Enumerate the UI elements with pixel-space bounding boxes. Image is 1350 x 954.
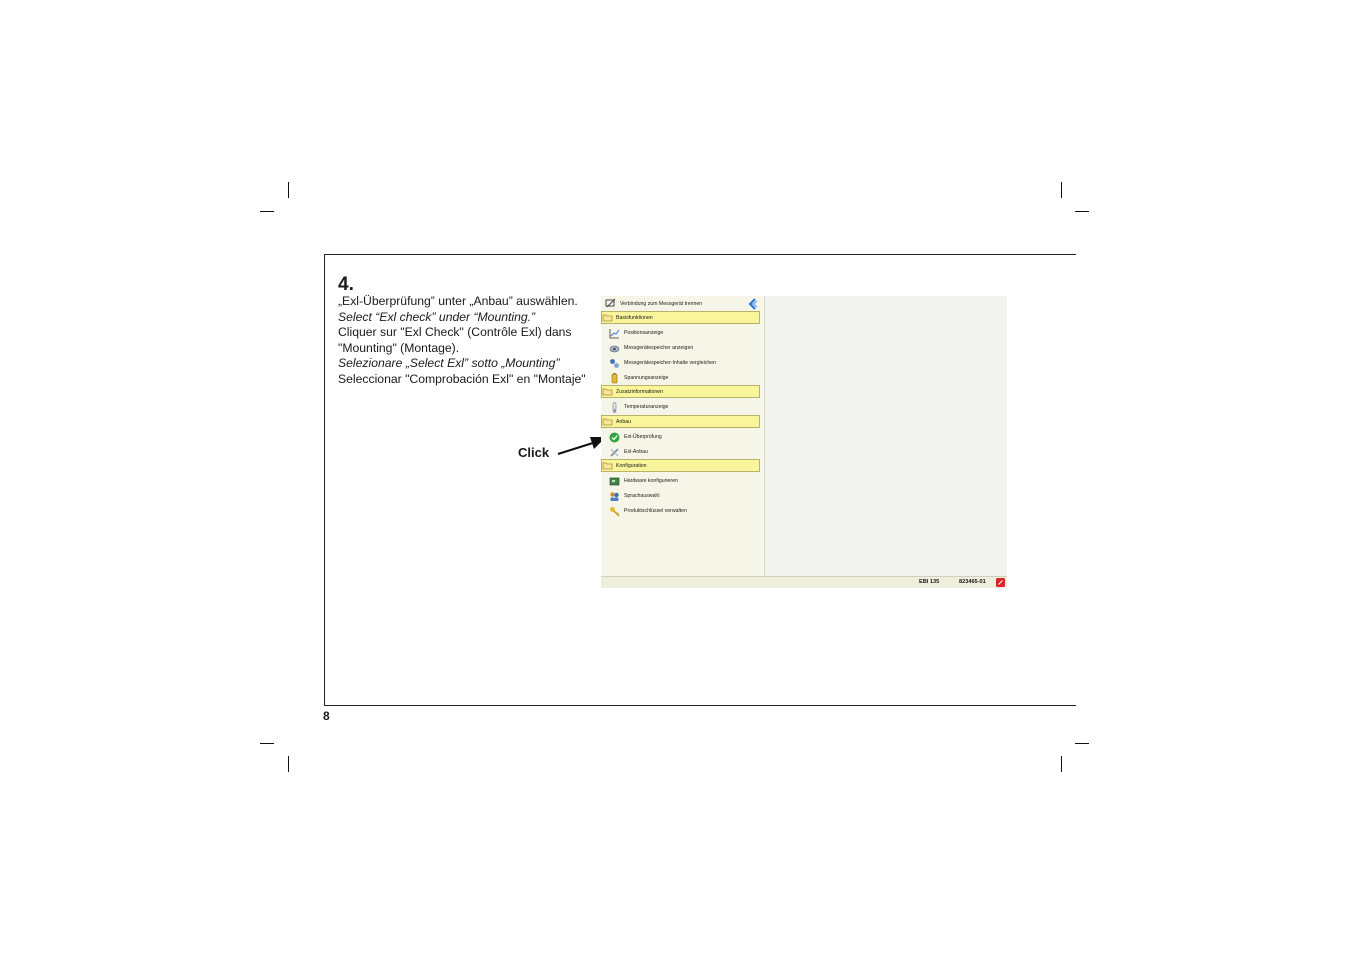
memory-compare-icon (610, 358, 619, 368)
crop-mark (288, 756, 289, 772)
folder-icon (602, 388, 613, 396)
crop-mark (260, 211, 274, 212)
menu-item-temperaturanzeige[interactable]: Temperaturanzeige (609, 400, 668, 414)
page-number: 8 (323, 709, 330, 723)
crop-mark (1061, 756, 1062, 772)
key-icon (610, 506, 620, 517)
instruction-fr-line2: "Mounting" (Montage). (338, 340, 460, 355)
menu-item-label: Exl-Anbau (624, 449, 648, 455)
menu-item-exl-ueberpruefung[interactable]: Exl-Überprüfung (609, 430, 662, 444)
menu-item-speicher-anzeigen[interactable]: Messgerätespeicher anzeigen (609, 341, 693, 355)
position-chart-icon (609, 328, 620, 338)
content-pane (765, 296, 1007, 576)
menu-item-sprachauswahl[interactable]: Sprachauswahl (609, 489, 659, 503)
menu-item-speicher-vergleichen[interactable]: Messgerätespeicher-Inhalte vergleichen (609, 356, 716, 370)
folder-icon (602, 418, 613, 426)
thermometer-icon (612, 401, 617, 413)
hardware-board-icon (609, 477, 620, 485)
status-serial: 823465-01 (959, 579, 986, 585)
section-anbau[interactable]: Anbau (601, 415, 760, 428)
disconnect-label: Verbindung zum Messgerät trennen (620, 300, 703, 307)
navigation-sidebar: Verbindung zum Messgerät trennen Basisfu… (601, 296, 765, 576)
menu-item-label: Messgerätespeicher-Inhalte vergleichen (624, 360, 716, 366)
folder-icon (602, 462, 613, 470)
instruction-it: Selezionare „Select Exl” sotto „Mounting… (338, 356, 560, 371)
menu-item-label: Exl-Überprüfung (624, 434, 662, 440)
instruction-es: Seleccionar "Comprobación Exl" en "Monta… (338, 371, 586, 386)
section-label: Konfiguration (616, 462, 647, 469)
section-label: Basisfunktionen (616, 314, 653, 321)
menu-item-label: Produktschlüssel verwalten (624, 508, 687, 514)
section-label: Anbau (616, 418, 632, 425)
menu-item-label: Messgerätespeicher anzeigen (624, 345, 694, 351)
status-bar: EBI 135 823465-01 (601, 576, 1007, 588)
checkmark-icon (609, 432, 620, 442)
menu-item-spannungsanzeige[interactable]: Spannungsanzeige (609, 371, 668, 385)
instruction-en: Select “Exl check” under “Mounting.” (338, 309, 536, 324)
language-icon (610, 491, 619, 501)
crop-mark (288, 182, 289, 198)
section-label: Zusatzinformationen (616, 388, 663, 395)
crop-mark (1075, 743, 1089, 744)
battery-icon (611, 372, 618, 383)
app-screenshot: Verbindung zum Messgerät trennen Basisfu… (601, 296, 1007, 588)
crop-mark (1061, 182, 1062, 198)
menu-item-hardware-konfigurieren[interactable]: Hardware konfigurieren (609, 474, 678, 488)
disconnect-icon (605, 298, 616, 308)
menu-item-produktschluessel[interactable]: Produktschlüssel verwalten (609, 504, 687, 518)
click-label: Click (518, 445, 550, 460)
disconnect-button[interactable]: Verbindung zum Messgerät trennen (601, 296, 764, 311)
menu-item-positionsanzeige[interactable]: Positionsanzeige (609, 326, 663, 340)
instructions: „Exl-Überprüfung” unter „Anbau” auswähle… (338, 294, 600, 388)
instruction-de: „Exl-Überprüfung” unter „Anbau” auswähle… (338, 294, 578, 308)
step-number: 4. (338, 274, 354, 295)
menu-item-exl-anbau[interactable]: Exl-Anbau (609, 445, 648, 459)
tools-icon (610, 447, 619, 457)
menu-item-label: Temperaturanzeige (624, 404, 669, 410)
menu-item-label: Spannungsanzeige (624, 375, 669, 381)
crop-mark (1075, 211, 1089, 212)
status-model: EBI 135 (919, 579, 940, 585)
section-konfiguration[interactable]: Konfiguration (601, 459, 760, 472)
section-zusatzinformationen[interactable]: Zusatzinformationen (601, 385, 760, 398)
section-basisfunktionen[interactable]: Basisfunktionen (601, 311, 760, 324)
crop-mark (260, 743, 274, 744)
memory-view-icon (609, 345, 620, 352)
menu-item-label: Sprachauswahl (624, 493, 660, 499)
collapse-arrow-icon[interactable] (748, 298, 758, 310)
menu-item-label: Positionsanzeige (624, 330, 664, 336)
status-icon[interactable] (996, 578, 1005, 587)
menu-item-label: Hardware konfigurieren (624, 478, 678, 484)
instruction-fr-line1: Cliquer sur "Exl Check" (Contrôle Exl) d… (338, 325, 572, 340)
folder-icon (602, 314, 613, 322)
